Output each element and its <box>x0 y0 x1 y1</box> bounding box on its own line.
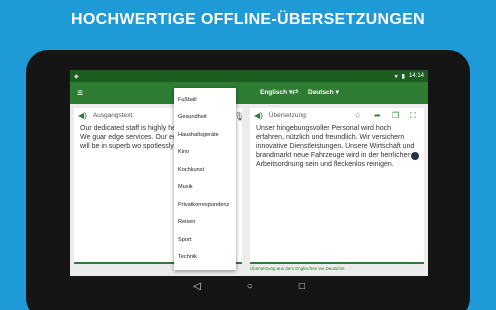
translation-direction-note: Übersetzung aus dem Englischen ins Deuts… <box>250 266 345 271</box>
back-icon[interactable]: ◁ <box>193 281 201 292</box>
translation-panels: ◀) Ausgangstext: Our dedicated staff is … <box>74 108 424 264</box>
app-bar: ≡ Englisch ▾ ⇄ Deutsch ▾ <box>70 82 428 104</box>
recents-icon[interactable]: □ <box>299 281 305 292</box>
app-screen: ◈ ▾ ▮ 14:14 ≡ Englisch ▾ ⇄ Deutsch ▾ ◀) … <box>70 70 428 276</box>
system-nav-bar: ◁ ○ □ <box>70 276 428 296</box>
copy-icon[interactable]: ❐ <box>392 111 399 120</box>
target-panel: ◀) Übersetzung: ☆ ➦ ❐ ⛶ Unser hingebungs… <box>250 108 424 264</box>
speaker-icon[interactable]: ◀) <box>78 111 87 120</box>
source-language-label: Englisch <box>260 88 288 96</box>
hamburger-icon[interactable]: ≡ <box>70 88 90 99</box>
source-language-selector[interactable]: Englisch ▾ <box>260 88 292 97</box>
home-icon[interactable]: ○ <box>247 281 253 292</box>
battery-icon: ▮ <box>401 73 405 80</box>
chevron-down-icon: ▾ <box>335 89 339 96</box>
topic-item-health[interactable]: Gesundheit <box>174 109 236 127</box>
topic-item-appliances[interactable]: Haushaltsgeräte <box>174 126 236 144</box>
speaker-icon[interactable]: ◀) <box>254 111 263 120</box>
star-icon[interactable]: ☆ <box>354 111 361 120</box>
topic-item-cooking[interactable]: Kochkunst <box>174 161 236 179</box>
target-language-selector[interactable]: Deutsch ▾ <box>308 88 339 97</box>
target-label: Übersetzung: <box>268 111 308 119</box>
topic-item-private-correspondence[interactable]: Privatkorrespondenz <box>174 196 236 214</box>
topic-item-football[interactable]: Fußball <box>174 91 236 109</box>
status-time: 14:14 <box>408 73 424 79</box>
notification-icon: ◈ <box>74 73 79 80</box>
wifi-icon: ▾ <box>394 73 398 80</box>
topic-item-sport[interactable]: Sport <box>174 231 236 249</box>
topic-dropdown: Fußball Gesundheit Haushaltsgeräte Kino … <box>174 88 236 270</box>
source-label: Ausgangstext: <box>92 111 135 119</box>
share-icon[interactable]: ➦ <box>374 111 381 120</box>
fullscreen-icon[interactable]: ⛶ <box>410 111 416 121</box>
topic-item-cinema[interactable]: Kino <box>174 144 236 162</box>
target-language-label: Deutsch <box>308 88 334 96</box>
banner-title: HOCHWERTIGE OFFLINE-ÜBERSETZUNGEN <box>71 11 425 28</box>
translation-text: Unser hingebungsvoller Personal wird hoc… <box>256 125 415 168</box>
topic-item-technology[interactable]: Technik <box>174 249 236 267</box>
floating-action-button[interactable] <box>410 151 420 161</box>
swap-languages-icon[interactable]: ⇄ <box>292 87 299 96</box>
topic-item-music[interactable]: Musik <box>174 179 236 197</box>
status-bar: ◈ ▾ ▮ 14:14 <box>70 70 428 82</box>
topic-item-travel[interactable]: Reisen <box>174 214 236 232</box>
promo-banner: HOCHWERTIGE OFFLINE-ÜBERSETZUNGEN <box>0 0 496 40</box>
